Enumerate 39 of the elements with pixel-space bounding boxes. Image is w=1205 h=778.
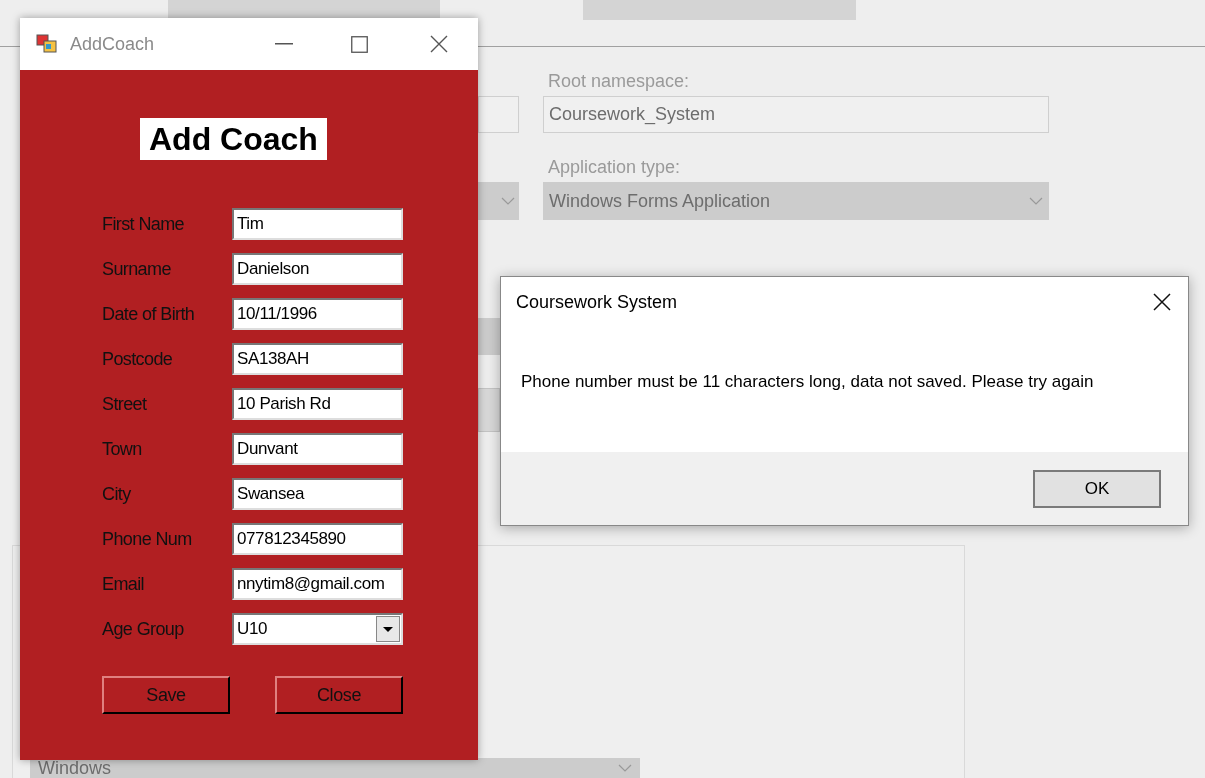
field-label: First Name <box>102 212 185 236</box>
maximize-icon[interactable] <box>351 35 368 53</box>
field-label: Town <box>102 437 143 461</box>
field-label: Phone Num <box>102 527 193 551</box>
disabled-field <box>478 388 500 432</box>
field-label: Surname <box>102 257 172 281</box>
text-field[interactable]: Swansea <box>232 478 403 510</box>
ok-button[interactable]: OK <box>1033 469 1161 508</box>
text-field[interactable]: 10/11/1996 <box>232 298 403 330</box>
text-field[interactable]: Danielson <box>232 253 403 285</box>
form-heading: Add Coach <box>140 118 327 160</box>
minimize-icon[interactable] <box>275 43 293 45</box>
chevron-icon <box>501 197 515 205</box>
close-icon[interactable] <box>430 35 448 53</box>
field-label: Application type: <box>548 156 681 179</box>
text-field[interactable]: 10 Parish Rd <box>232 388 403 420</box>
text-field[interactable]: Tim <box>232 208 403 240</box>
chevron-icon <box>1029 197 1043 205</box>
app-icon <box>36 34 58 54</box>
field-label: Root namespace: <box>548 70 690 93</box>
text-field[interactable]: SA138AH <box>232 343 403 375</box>
chevron-icon <box>618 764 632 772</box>
dialog-title: Coursework System <box>516 290 678 314</box>
dialog-message: Phone number must be 11 characters long, data not saved. Please try again <box>521 371 1095 393</box>
text-field[interactable]: nnytim8@gmail.com <box>232 568 403 600</box>
field-label: Age Group <box>102 617 185 641</box>
dropdown[interactable]: U10 <box>232 613 403 645</box>
disabled-field <box>478 318 500 355</box>
text-field[interactable]: 077812345890 <box>232 523 403 555</box>
text-field[interactable] <box>478 96 519 133</box>
window-title: AddCoach <box>70 32 156 56</box>
close-icon[interactable] <box>1153 293 1171 311</box>
field-label: Date of Birth <box>102 302 196 326</box>
text-field[interactable]: Dunvant <box>232 433 403 465</box>
text-field[interactable]: Coursework_System <box>543 96 1049 133</box>
field-label: Email <box>102 572 145 596</box>
field-label: City <box>102 482 132 506</box>
field-label: Street <box>102 392 148 416</box>
field-label: Postcode <box>102 347 174 371</box>
